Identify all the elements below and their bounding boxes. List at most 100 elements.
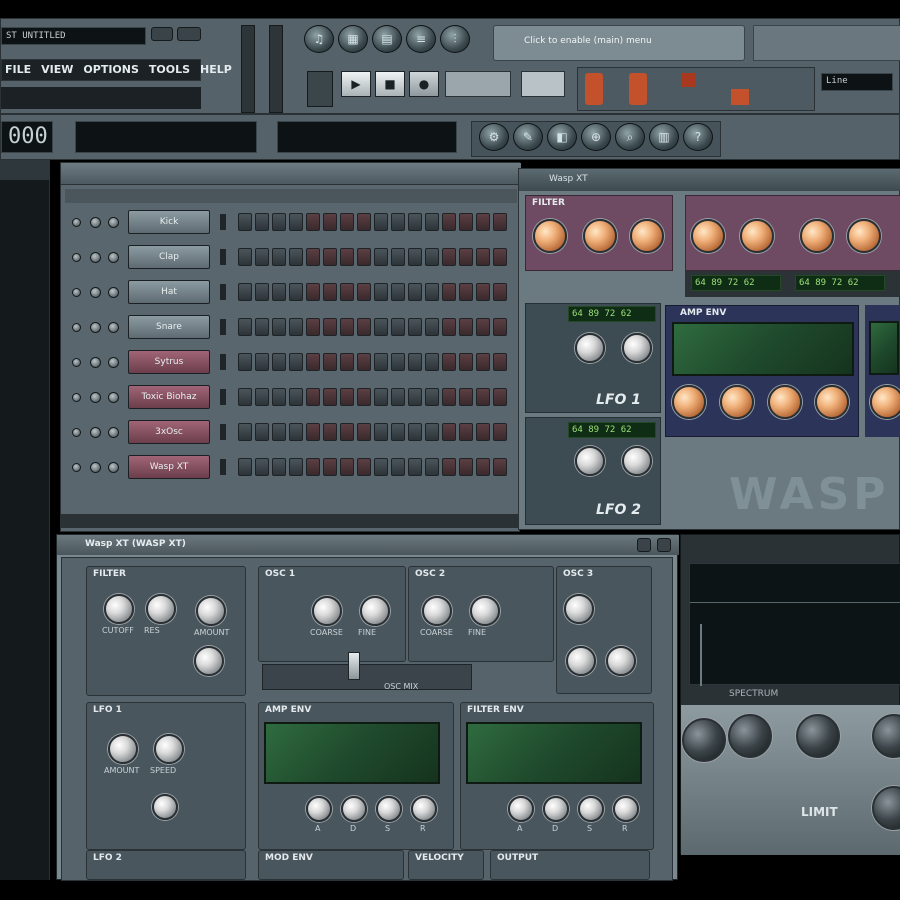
synth-knob[interactable] (768, 385, 802, 419)
step-button[interactable] (442, 283, 456, 301)
menu-help[interactable]: HELP (200, 63, 232, 79)
step-button[interactable] (272, 318, 286, 336)
step-button[interactable] (459, 283, 473, 301)
amp-env-a-knob[interactable] (306, 796, 332, 822)
step-button[interactable] (357, 423, 371, 441)
step-button[interactable] (255, 353, 269, 371)
step-button[interactable] (272, 283, 286, 301)
channel-select-indicator[interactable] (220, 249, 226, 265)
pattern-display[interactable] (521, 71, 565, 97)
lfo-knob[interactable] (575, 333, 605, 363)
channel-mute-led[interactable] (72, 253, 81, 262)
step-button[interactable] (391, 248, 405, 266)
step-button[interactable] (323, 248, 337, 266)
synth-knob[interactable] (870, 385, 900, 419)
step-button[interactable] (374, 213, 388, 231)
synth-knob[interactable] (583, 219, 617, 253)
step-button[interactable] (238, 423, 252, 441)
filter-res-knob[interactable] (146, 594, 176, 624)
channel-mute-led[interactable] (72, 428, 81, 437)
channel-volume-knob[interactable] (108, 462, 119, 473)
osc-coarse-knob[interactable] (312, 596, 342, 626)
osc-mix-slider[interactable] (262, 664, 472, 690)
step-button[interactable] (323, 283, 337, 301)
tools-icon-4[interactable]: ⊕ (581, 123, 611, 151)
play-button[interactable]: ▶ (341, 71, 371, 97)
step-button[interactable] (493, 248, 507, 266)
step-button[interactable] (306, 458, 320, 476)
step-button[interactable] (425, 423, 439, 441)
step-button[interactable] (289, 353, 303, 371)
synth-knob[interactable] (740, 219, 774, 253)
step-button[interactable] (459, 318, 473, 336)
step-button[interactable] (238, 353, 252, 371)
step-button[interactable] (408, 458, 422, 476)
step-button[interactable] (255, 283, 269, 301)
step-button[interactable] (476, 283, 490, 301)
step-button[interactable] (408, 353, 422, 371)
channel-button[interactable]: Hat (128, 280, 210, 304)
step-button[interactable] (289, 283, 303, 301)
step-button[interactable] (357, 248, 371, 266)
synth-knob[interactable] (533, 219, 567, 253)
filter-drive-knob[interactable] (194, 646, 224, 676)
step-button[interactable] (238, 318, 252, 336)
wasp-xt-titlebar[interactable]: Wasp XT (WASP XT) (57, 535, 679, 555)
tools-icon-5[interactable]: ⌕ (615, 123, 645, 151)
step-button[interactable] (306, 283, 320, 301)
synth-knob[interactable] (815, 385, 849, 419)
channel-select-indicator[interactable] (220, 214, 226, 230)
channel-select-indicator[interactable] (220, 319, 226, 335)
step-button[interactable] (306, 213, 320, 231)
step-button[interactable] (459, 458, 473, 476)
step-button[interactable] (425, 318, 439, 336)
step-button[interactable] (442, 388, 456, 406)
step-button[interactable] (272, 248, 286, 266)
step-button[interactable] (289, 318, 303, 336)
analyzer-knob[interactable] (728, 714, 772, 758)
step-button[interactable] (425, 213, 439, 231)
synth-knob[interactable] (720, 385, 754, 419)
right-synth-titlebar[interactable]: Wasp XT (519, 169, 900, 191)
tools-icon-1[interactable]: ⚙ (479, 123, 509, 151)
step-button[interactable] (442, 248, 456, 266)
channel-select-indicator[interactable] (220, 354, 226, 370)
channel-pan-knob[interactable] (90, 217, 101, 228)
step-button[interactable] (323, 353, 337, 371)
osc3-knob[interactable] (566, 646, 596, 676)
step-button[interactable] (357, 318, 371, 336)
mixer-icon[interactable]: ⫶ (440, 25, 470, 53)
step-button[interactable] (442, 353, 456, 371)
synth-knob[interactable] (691, 219, 725, 253)
step-sequencer-titlebar[interactable] (61, 163, 521, 185)
channel-select-indicator[interactable] (220, 389, 226, 405)
step-button[interactable] (255, 213, 269, 231)
step-button[interactable] (476, 423, 490, 441)
synth-knob[interactable] (847, 219, 881, 253)
step-button[interactable] (289, 213, 303, 231)
channel-mute-led[interactable] (72, 393, 81, 402)
step-button[interactable] (306, 318, 320, 336)
step-button[interactable] (425, 388, 439, 406)
step-button[interactable] (340, 458, 354, 476)
channel-volume-knob[interactable] (108, 322, 119, 333)
step-button[interactable] (459, 388, 473, 406)
filter-env-r-knob[interactable] (613, 796, 639, 822)
step-button[interactable] (442, 318, 456, 336)
step-button[interactable] (323, 213, 337, 231)
step-button[interactable] (340, 353, 354, 371)
step-button[interactable] (238, 213, 252, 231)
step-button[interactable] (374, 318, 388, 336)
step-button[interactable] (272, 388, 286, 406)
step-button[interactable] (255, 248, 269, 266)
lfo-knob[interactable] (622, 446, 652, 476)
tempo-display[interactable] (445, 71, 511, 97)
channel-mute-led[interactable] (72, 288, 81, 297)
step-button[interactable] (255, 423, 269, 441)
step-button[interactable] (289, 423, 303, 441)
step-button[interactable] (323, 423, 337, 441)
step-button[interactable] (289, 248, 303, 266)
step-button[interactable] (374, 423, 388, 441)
step-button[interactable] (357, 388, 371, 406)
channel-mute-led[interactable] (72, 463, 81, 472)
